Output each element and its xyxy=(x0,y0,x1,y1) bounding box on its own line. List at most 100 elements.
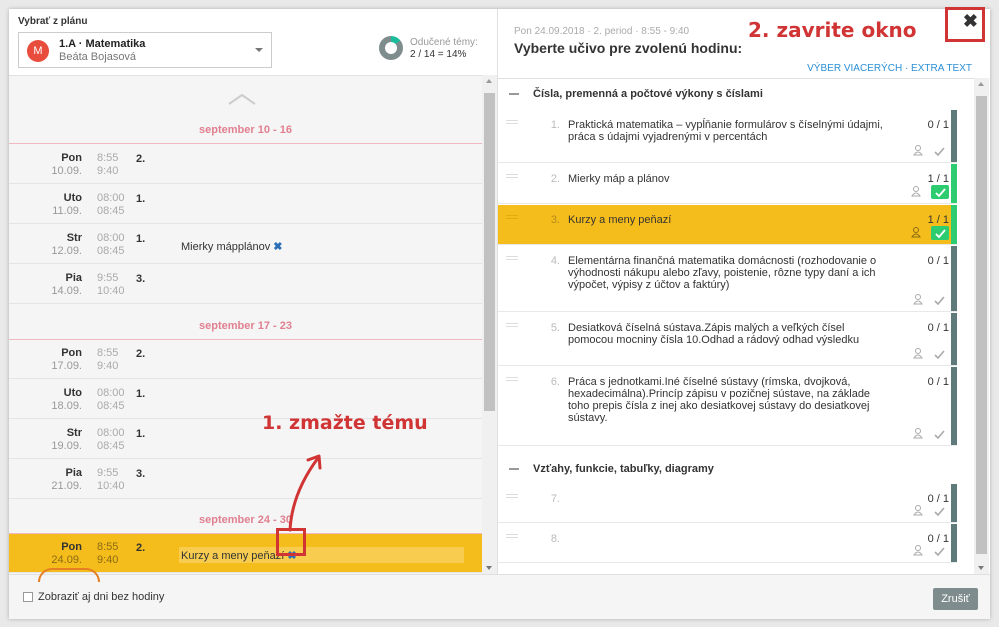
person-icon[interactable] xyxy=(911,227,921,238)
person-icon[interactable] xyxy=(913,428,923,439)
person-icon[interactable] xyxy=(913,545,923,556)
scroll-down-icon[interactable] xyxy=(978,566,984,570)
period-number: 3. xyxy=(136,273,146,285)
week-header: september 10 - 16 xyxy=(9,120,482,144)
day-name: Uto xyxy=(63,192,82,204)
chevron-up-icon[interactable] xyxy=(227,92,257,106)
topic-item[interactable]: 8. 0 / 1 xyxy=(498,524,957,563)
drag-handle-icon[interactable] xyxy=(506,256,518,260)
topic-number: 5. xyxy=(550,322,560,334)
show-empty-days-checkbox[interactable] xyxy=(23,592,33,602)
period-number: 1. xyxy=(136,233,146,245)
day-row[interactable]: Pon 17.09. 8:55 9:40 2. xyxy=(9,340,482,379)
drag-handle-icon[interactable] xyxy=(506,534,518,538)
section-title: Vzťahy, funkcie, tabuľky, diagramy xyxy=(533,463,714,475)
day-row[interactable]: Pia 14.09. 9:55 10:40 3. xyxy=(9,265,482,304)
checkbox-label[interactable]: Zobraziť aj dni bez hodiny xyxy=(38,591,164,603)
topic-item[interactable]: 2. Mierky máp a plánov 1 / 1 xyxy=(498,164,957,204)
end-time: 9:40 xyxy=(97,165,119,177)
topic-item[interactable]: 1. Praktická matematika – vypĺňanie form… xyxy=(498,110,957,163)
left-scrollbar[interactable] xyxy=(482,75,497,574)
plan-title: 1.A · Matematika xyxy=(59,38,146,50)
scroll-thumb[interactable] xyxy=(484,93,495,411)
topic-label: Mierky mápplánov xyxy=(181,241,271,253)
check-icon[interactable] xyxy=(934,147,945,156)
end-time: 10:40 xyxy=(97,480,125,492)
status-bar xyxy=(951,313,957,365)
topics-taught-label: Odučené témy: xyxy=(410,37,478,48)
topic-item[interactable]: 7. 0 / 1 xyxy=(498,484,957,523)
end-time: 08:45 xyxy=(97,205,125,217)
day-row[interactable]: Pia 21.09. 9:55 10:40 3. xyxy=(9,460,482,499)
topic-number: 6. xyxy=(550,376,560,388)
period-number: 2. xyxy=(136,153,146,165)
panel-title: Vyberte učivo pre zvolenú hodinu: xyxy=(514,40,743,56)
section-title: Čísla, premenná a počtové výkony s čísla… xyxy=(533,88,763,100)
day-name: Uto xyxy=(63,387,82,399)
end-time: 08:45 xyxy=(97,245,125,257)
assigned-topic: Mierky mápplánov ✖ xyxy=(181,240,282,253)
day-row[interactable]: Str 12.09. 08:00 08:45 1. Mierky mápplán… xyxy=(9,225,482,264)
day-row[interactable]: Uto 11.09. 08:00 08:45 1. xyxy=(9,185,482,224)
cancel-button[interactable]: Zrušiť xyxy=(933,588,978,610)
drag-handle-icon[interactable] xyxy=(506,377,518,381)
scroll-down-icon[interactable] xyxy=(486,566,492,570)
day-name: Pon xyxy=(61,541,82,553)
right-scrollbar[interactable] xyxy=(974,78,989,574)
topic-text: Praktická matematika – vypĺňanie formulá… xyxy=(568,119,883,143)
person-icon[interactable] xyxy=(913,348,923,359)
day-date: 19.09. xyxy=(51,440,82,452)
progress-donut-icon xyxy=(379,36,403,60)
topic-item[interactable]: 6. Práca s jednotkami.Iné číselné sústav… xyxy=(498,367,957,446)
section-header[interactable]: Vzťahy, funkcie, tabuľky, diagramy xyxy=(498,454,974,484)
topic-text: Kurzy a meny peňazí xyxy=(568,214,672,226)
topic-text: Desiatková číselná sústava.Zápis malých … xyxy=(568,322,860,346)
check-icon[interactable] xyxy=(934,547,945,556)
status-bar xyxy=(951,205,957,244)
topic-count: 0 / 1 xyxy=(927,322,949,334)
collapse-icon[interactable] xyxy=(509,468,519,470)
scroll-up-icon[interactable] xyxy=(486,79,492,83)
topic-number: 4. xyxy=(550,255,560,267)
start-time: 08:00 xyxy=(97,192,125,204)
check-icon[interactable] xyxy=(934,507,945,516)
check-icon[interactable] xyxy=(934,430,945,439)
status-bar xyxy=(951,484,957,522)
drag-handle-icon[interactable] xyxy=(506,494,518,498)
checked-checkbox[interactable] xyxy=(931,226,949,240)
person-icon[interactable] xyxy=(913,294,923,305)
topic-item[interactable]: 5. Desiatková číselná sústava.Zápis malý… xyxy=(498,313,957,366)
person-icon[interactable] xyxy=(913,145,923,156)
plan-dropdown[interactable]: M 1.A · Matematika Beáta Bojasová xyxy=(18,32,272,68)
topics-taught-value: 2 / 14 = 14% xyxy=(410,49,467,60)
plan-header: Vybrať z plánu M 1.A · Matematika Beáta … xyxy=(9,9,497,75)
drag-handle-icon[interactable] xyxy=(506,215,518,219)
topic-number: 7. xyxy=(550,493,560,505)
remove-topic-icon[interactable]: ✖ xyxy=(273,241,282,253)
chevron-down-icon xyxy=(255,48,263,52)
topic-item-selected[interactable]: 3. Kurzy a meny peňazí 1 / 1 xyxy=(498,205,957,245)
drag-handle-icon[interactable] xyxy=(506,120,518,124)
day-name: Pon xyxy=(61,152,82,164)
check-icon[interactable] xyxy=(934,296,945,305)
start-time: 9:55 xyxy=(97,272,119,284)
check-icon[interactable] xyxy=(934,350,945,359)
period-number: 3. xyxy=(136,468,146,480)
scroll-up-icon[interactable] xyxy=(978,82,984,86)
collapse-icon[interactable] xyxy=(509,93,519,95)
scroll-thumb[interactable] xyxy=(976,96,987,554)
checked-checkbox[interactable] xyxy=(931,185,949,199)
drag-handle-icon[interactable] xyxy=(506,323,518,327)
start-time: 8:55 xyxy=(97,152,119,164)
day-date: 18.09. xyxy=(51,400,82,412)
highlight-oval xyxy=(38,568,100,582)
person-icon[interactable] xyxy=(913,505,923,516)
lesson-list: september 10 - 16 Pon 10.09. 8:55 9:40 2… xyxy=(9,75,482,574)
drag-handle-icon[interactable] xyxy=(506,174,518,178)
day-row[interactable]: Pon 10.09. 8:55 9:40 2. xyxy=(9,145,482,184)
person-icon[interactable] xyxy=(911,186,921,197)
mode-links[interactable]: VÝBER VIACERÝCH · EXTRA TEXT xyxy=(807,63,972,74)
section-header[interactable]: Čísla, premenná a počtové výkony s čísla… xyxy=(498,79,974,109)
lesson-meta: Pon 24.09.2018 · 2. period · 8:55 - 9:40 xyxy=(514,26,690,37)
topic-item[interactable]: 4. Elementárna finančná matematika domác… xyxy=(498,246,957,312)
